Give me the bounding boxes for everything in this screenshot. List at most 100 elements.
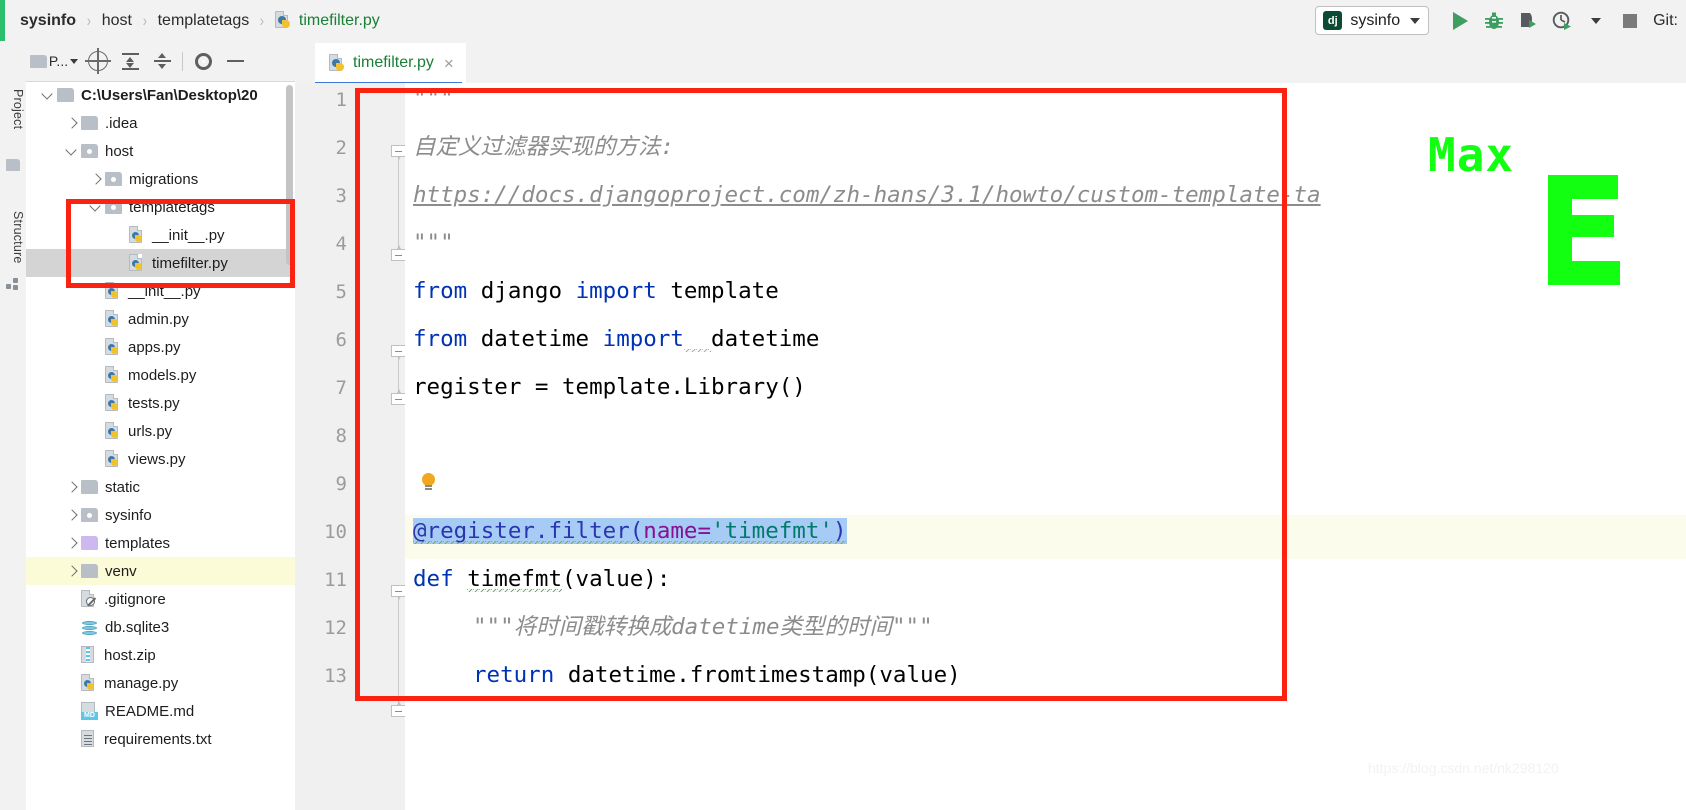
tree-row-label: .gitignore (104, 590, 166, 608)
chevron-down-icon[interactable] (40, 87, 57, 104)
tree-row-admin-py[interactable]: admin.py (26, 305, 295, 333)
tree-row--init-py[interactable]: __init__.py (26, 221, 295, 249)
tree-row--idea[interactable]: .idea (26, 109, 295, 137)
hide-panel-button[interactable] (219, 45, 251, 77)
tool-window-button-structure[interactable]: Structure (0, 211, 25, 264)
project-tree[interactable]: C:\Users\Fan\Desktop\20 .idea host migratio… (26, 81, 295, 810)
tool-window-button-project[interactable]: Project (0, 89, 25, 129)
tree-row-label: README.md (105, 702, 195, 720)
tree-row-models-py[interactable]: models.py (26, 361, 295, 389)
profile-dropdown[interactable] (1579, 4, 1613, 38)
tree-row-requirements-txt[interactable]: requirements.txt (26, 725, 295, 753)
profile-button[interactable] (1545, 4, 1579, 38)
string-timefmt: 'timefmt' (711, 518, 833, 544)
kwarg-name: name (643, 518, 698, 544)
tree-row-readme-md[interactable]: MD README.md (26, 697, 295, 725)
line-number: 10 (324, 521, 347, 543)
code-line-3: https://docs.djangoproject.com/zh-hans/3… (413, 181, 1321, 209)
watermark-glyph (1548, 175, 1620, 285)
tree-row-label: __init__.py (152, 226, 225, 244)
python-file-icon (105, 450, 121, 468)
tree-row-label: manage.py (104, 674, 179, 692)
chevron-right-icon[interactable] (64, 563, 81, 580)
kwarg-equals: = (697, 518, 712, 544)
chevron-right-icon[interactable] (64, 115, 81, 132)
chevron-down-icon (70, 58, 79, 64)
project-panel-scrollbar[interactable] (286, 85, 293, 265)
python-file-icon (274, 11, 292, 30)
tree-row-tests-py[interactable]: tests.py (26, 389, 295, 417)
line-number: 7 (335, 377, 347, 399)
tree-row-migrations[interactable]: migrations (26, 165, 295, 193)
tree-row-c-users-fan-desktop-20[interactable]: C:\Users\Fan\Desktop\20 (26, 81, 295, 109)
chevron-down-icon[interactable] (88, 199, 105, 216)
run-icon (1452, 11, 1468, 30)
chevron-right-icon[interactable] (64, 479, 81, 496)
collapse-all-button[interactable] (146, 45, 178, 77)
tree-row-templates[interactable]: templates (26, 529, 295, 557)
editor-gutter[interactable]: 1 2 3 4 5 6 7 8 9 10 11 12 13 (295, 83, 406, 810)
fold-region-line (398, 599, 399, 705)
code-editor[interactable]: """ 自定义过滤器实现的方法: https://docs.djangoproj… (405, 83, 1686, 810)
stop-button[interactable] (1613, 4, 1647, 38)
tree-row-label: host.zip (104, 646, 156, 664)
editor-tab-timefilter[interactable]: timefilter.py × (315, 43, 466, 83)
tree-row-venv[interactable]: venv (26, 557, 295, 585)
intention-bulb-icon[interactable] (421, 473, 436, 492)
tree-row--init-py[interactable]: __init__.py (26, 277, 295, 305)
close-icon[interactable]: × (444, 55, 454, 72)
tree-row-sysinfo[interactable]: sysinfo (26, 501, 295, 529)
python-file-icon (329, 53, 346, 73)
tree-row-manage-py[interactable]: manage.py (26, 669, 295, 697)
line-number: 6 (335, 329, 347, 351)
line-number: 3 (335, 185, 347, 207)
project-scope-selector[interactable]: P... (26, 45, 82, 77)
tree-row-static[interactable]: static (26, 473, 295, 501)
tree-row--gitignore[interactable]: .gitignore (26, 585, 295, 613)
tree-row-host-zip[interactable]: host.zip (26, 641, 295, 669)
select-opened-file-button[interactable] (82, 45, 114, 77)
tree-row-label: views.py (128, 450, 186, 468)
tree-row-label: C:\Users\Fan\Desktop\20 (81, 86, 258, 104)
project-settings-button[interactable] (187, 45, 219, 77)
breadcrumb-item-file[interactable]: timefilter.py (299, 12, 380, 30)
docstring-url: https://docs.djangoproject.com/zh-hans/3… (413, 182, 1321, 208)
chevron-right-icon[interactable] (64, 535, 81, 552)
tree-row-templatetags[interactable]: templatetags (26, 193, 295, 221)
python-file-icon (129, 226, 145, 244)
structure-icon (6, 278, 20, 290)
tree-row-label: admin.py (128, 310, 189, 328)
chevron-down-icon[interactable] (64, 143, 81, 160)
tree-row-urls-py[interactable]: urls.py (26, 417, 295, 445)
tree-row-label: host (105, 142, 134, 160)
tree-row-label: templatetags (129, 198, 215, 216)
tree-row-db-sqlite3[interactable]: db.sqlite3 (26, 613, 295, 641)
tree-row-views-py[interactable]: views.py (26, 445, 295, 473)
chevron-right-icon[interactable] (64, 507, 81, 524)
breadcrumb-item-project[interactable]: sysinfo (20, 12, 76, 30)
breadcrumb-item-host[interactable]: host (102, 12, 132, 30)
folder-icon (105, 200, 122, 214)
run-with-coverage-button[interactable] (1511, 4, 1545, 38)
breadcrumb-separator-icon: › (86, 10, 91, 30)
keyword-from: from (413, 326, 468, 352)
run-configuration-selector[interactable]: dj sysinfo (1315, 6, 1430, 35)
chevron-right-icon[interactable] (88, 171, 105, 188)
tree-row-timefilter-py[interactable]: timefilter.py (26, 249, 295, 277)
minimize-icon (226, 59, 244, 63)
run-button[interactable] (1443, 4, 1477, 38)
python-file-icon (105, 338, 121, 356)
tree-row-label: urls.py (128, 422, 173, 440)
tree-row-host[interactable]: host (26, 137, 295, 165)
keyword-import: import (575, 278, 657, 304)
breadcrumb-item-templatetags[interactable]: templatetags (158, 12, 250, 30)
tree-row-apps-py[interactable]: apps.py (26, 333, 295, 361)
accent-stripe (0, 0, 5, 41)
code-line-11: """将时间戳转换成datetime类型的时间""" (473, 614, 933, 640)
debug-button[interactable] (1477, 4, 1511, 38)
python-file-icon (105, 394, 121, 412)
git-label[interactable]: Git: (1653, 12, 1678, 30)
expand-all-button[interactable] (114, 45, 146, 77)
